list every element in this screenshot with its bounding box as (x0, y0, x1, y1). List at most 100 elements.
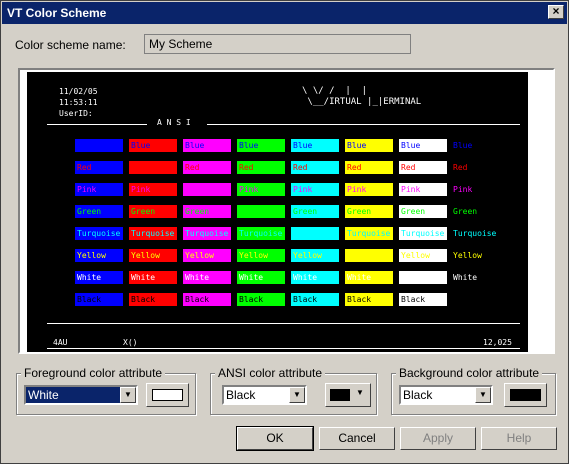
color-cell-yellow-on-green[interactable]: Yellow (237, 249, 285, 262)
ansi-color-select[interactable]: Black ▼ (222, 385, 307, 405)
color-cell-blue-on-turquoise[interactable]: Blue (291, 139, 339, 152)
color-cell-pink-on-white[interactable]: Pink (399, 183, 447, 196)
status-divider (47, 323, 520, 324)
color-cell-white-on-turquoise[interactable]: White (291, 271, 339, 284)
color-cell-blue-on-blue[interactable] (75, 139, 123, 152)
terminal-date: 11/02/05 (59, 87, 98, 96)
status-mid: X() (123, 338, 138, 347)
background-group-title: Background color attribute (396, 366, 543, 380)
status-left: 4AU (53, 338, 68, 347)
ok-button[interactable]: OK (236, 426, 314, 451)
scheme-name-label: Color scheme name: (15, 38, 126, 52)
vt-color-scheme-dialog: VT Color Scheme × Color scheme name: My … (0, 0, 569, 464)
background-color-select[interactable]: Black ▼ (399, 385, 493, 405)
color-cell-pink-on-green[interactable]: Pink (237, 183, 285, 196)
color-cell-red-on-white[interactable]: Red (399, 161, 447, 174)
color-cell-black-on-blue[interactable]: Black (75, 293, 123, 306)
color-cell-yellow-on-turquoise[interactable]: Yellow (291, 249, 339, 262)
color-cell-red-on-red[interactable] (129, 161, 177, 174)
color-cell-turquoise-on-white[interactable]: Turquoise (399, 227, 447, 240)
row-label-pink: Pink (453, 185, 473, 194)
chevron-down-icon[interactable]: ▼ (475, 387, 491, 403)
color-cell-white-on-white[interactable] (399, 271, 447, 284)
color-cell-black-on-yellow[interactable]: Black (345, 293, 393, 306)
scheme-name-field[interactable]: My Scheme (144, 34, 411, 54)
color-cell-pink-on-pink[interactable] (183, 183, 231, 196)
terminal-preview: 11/02/05 11:53:11 UserID: \ \/ / | | \__… (27, 72, 528, 352)
color-cell-blue-on-white[interactable]: Blue (399, 139, 447, 152)
color-cell-pink-on-red[interactable]: Pink (129, 183, 177, 196)
chevron-down-icon[interactable]: ▼ (289, 387, 305, 403)
color-cell-turquoise-on-green[interactable]: Turquoise (237, 227, 285, 240)
status-right: 12,025 (483, 338, 512, 347)
foreground-color-select[interactable]: White ▼ (24, 385, 138, 405)
color-cell-pink-on-yellow[interactable]: Pink (345, 183, 393, 196)
background-swatch (510, 389, 541, 401)
color-cell-blue-on-pink[interactable]: Blue (183, 139, 231, 152)
color-cell-white-on-red[interactable]: White (129, 271, 177, 284)
cancel-button[interactable]: Cancel (319, 427, 395, 450)
apply-button[interactable]: Apply (400, 427, 476, 450)
color-cell-yellow-on-white[interactable]: Yellow (399, 249, 447, 262)
color-cell-turquoise-on-turquoise[interactable] (291, 227, 339, 240)
row-label-blue: Blue (453, 141, 473, 150)
row-label-white: White (453, 273, 478, 282)
color-cell-yellow-on-yellow[interactable] (345, 249, 393, 262)
row-label-green: Green (453, 207, 478, 216)
color-cell-turquoise-on-pink[interactable]: Turquoise (183, 227, 231, 240)
color-cell-yellow-on-blue[interactable]: Yellow (75, 249, 123, 262)
background-selected-value: Black (403, 388, 433, 402)
title-bar: VT Color Scheme × (2, 2, 567, 24)
color-cell-green-on-yellow[interactable]: Green (345, 205, 393, 218)
color-cell-black-on-turquoise[interactable]: Black (291, 293, 339, 306)
color-cell-yellow-on-red[interactable]: Yellow (129, 249, 177, 262)
color-cell-red-on-green[interactable]: Red (237, 161, 285, 174)
color-cell-black-on-red[interactable]: Black (129, 293, 177, 306)
color-cell-green-on-pink[interactable]: Green (183, 205, 231, 218)
color-cell-red-on-turquoise[interactable]: Red (291, 161, 339, 174)
color-cell-white-on-yellow[interactable]: White (345, 271, 393, 284)
foreground-swatch (152, 389, 183, 401)
ansi-swatch-button[interactable]: ▼ (325, 383, 371, 407)
color-cell-red-on-yellow[interactable]: Red (345, 161, 393, 174)
row-label-yellow: Yellow (453, 251, 482, 260)
color-cell-turquoise-on-yellow[interactable]: Turquoise (345, 227, 393, 240)
color-cell-green-on-blue[interactable]: Green (75, 205, 123, 218)
help-button[interactable]: Help (481, 427, 557, 450)
row-label-red: Red (453, 163, 468, 172)
color-cell-white-on-blue[interactable]: White (75, 271, 123, 284)
terminal-userid: UserID: (59, 109, 93, 118)
color-cell-green-on-red[interactable]: Green (129, 205, 177, 218)
color-cell-green-on-white[interactable]: Green (399, 205, 447, 218)
color-cell-black-on-green[interactable]: Black (237, 293, 285, 306)
terminal-logo: \ \/ / | | \__/IRTUAL |_|ERMINAL (302, 86, 422, 107)
color-cell-black-on-white[interactable]: Black (399, 293, 447, 306)
color-cell-green-on-turquoise[interactable]: Green (291, 205, 339, 218)
color-cell-blue-on-red[interactable]: Blue (129, 139, 177, 152)
color-cell-pink-on-turquoise[interactable]: Pink (291, 183, 339, 196)
color-cell-white-on-green[interactable]: White (237, 271, 285, 284)
chevron-down-icon: ▼ (356, 388, 364, 397)
ansi-selected-value: Black (226, 388, 256, 402)
ansi-header: A N S I (157, 118, 191, 127)
color-cell-turquoise-on-blue[interactable]: Turquoise (75, 227, 123, 240)
color-cell-pink-on-blue[interactable]: Pink (75, 183, 123, 196)
divider-right (207, 124, 520, 125)
chevron-down-icon[interactable]: ▼ (120, 387, 136, 403)
color-cell-blue-on-green[interactable]: Blue (237, 139, 285, 152)
color-cell-blue-on-yellow[interactable]: Blue (345, 139, 393, 152)
color-cell-green-on-green[interactable] (237, 205, 285, 218)
ansi-group-title: ANSI color attribute (215, 366, 326, 380)
color-cell-yellow-on-pink[interactable]: Yellow (183, 249, 231, 262)
color-cell-red-on-blue[interactable]: Red (75, 161, 123, 174)
divider-left (47, 124, 147, 125)
color-cell-black-on-pink[interactable]: Black (183, 293, 231, 306)
foreground-swatch-button[interactable] (146, 383, 189, 407)
close-button[interactable]: × (548, 5, 564, 19)
color-cell-red-on-pink[interactable]: Red (183, 161, 231, 174)
foreground-selected-value: White (28, 388, 59, 402)
ansi-swatch (330, 389, 350, 401)
color-cell-white-on-pink[interactable]: White (183, 271, 231, 284)
color-cell-turquoise-on-red[interactable]: Turquoise (129, 227, 177, 240)
background-swatch-button[interactable] (504, 383, 547, 407)
